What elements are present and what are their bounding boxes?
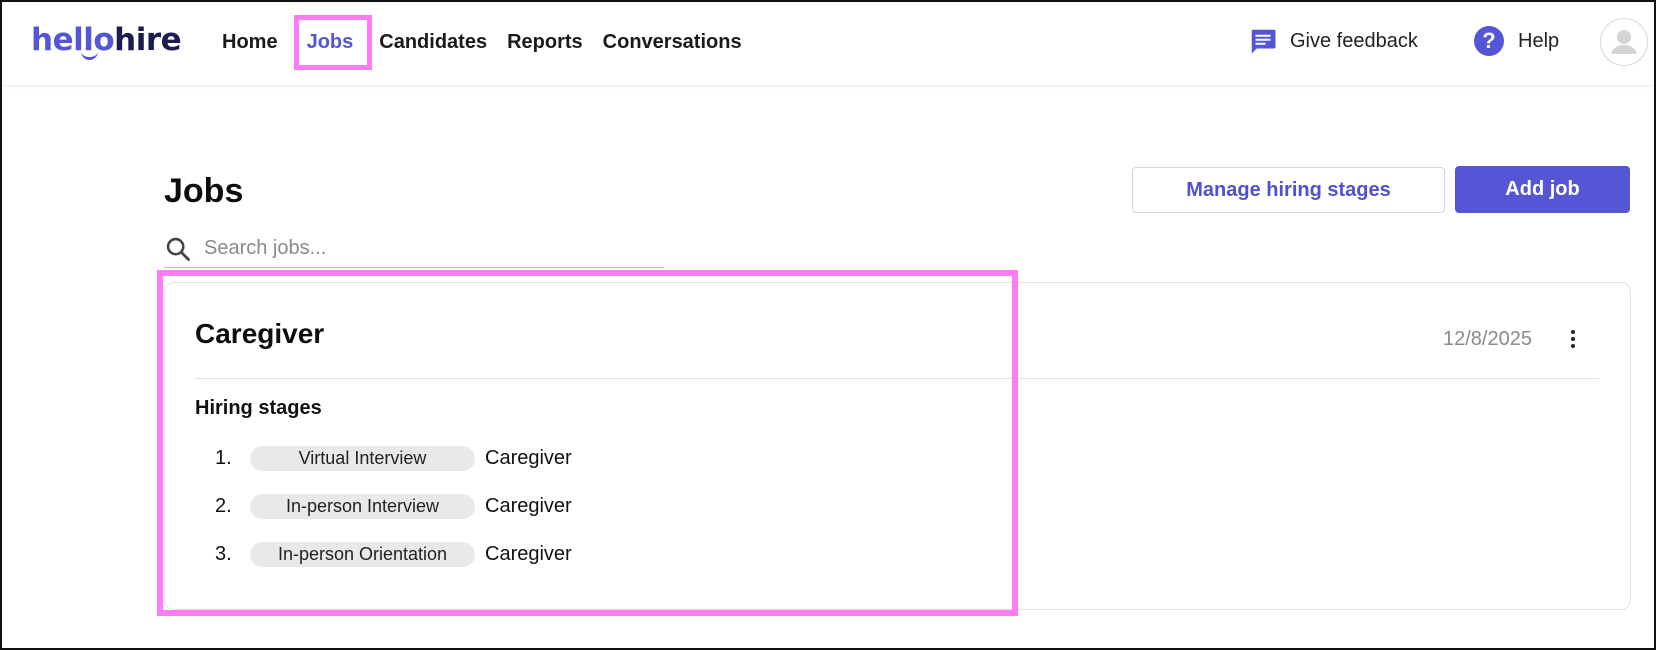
top-header: hello hire Home Jobs Candidates Reports C…	[0, 0, 1656, 86]
nav-candidates[interactable]: Candidates	[379, 29, 487, 55]
help-label: Help	[1518, 29, 1560, 52]
give-feedback-label: Give feedback	[1290, 29, 1418, 52]
avatar[interactable]	[1600, 18, 1648, 66]
search-bar	[164, 230, 664, 268]
jobs-nav-highlight	[294, 15, 372, 70]
nav-reports[interactable]: Reports	[507, 29, 583, 55]
stage-pill: In-person Interview	[250, 493, 475, 519]
stage-number: 1.	[215, 446, 232, 469]
logo-hire: hire	[114, 22, 182, 58]
add-job-button[interactable]: Add job	[1455, 166, 1630, 213]
stage-pill: In-person Orientation	[250, 541, 475, 567]
more-vert-icon[interactable]	[1563, 326, 1583, 352]
job-title[interactable]: Caregiver	[195, 318, 324, 350]
stage-role: Caregiver	[485, 446, 572, 469]
hellohire-logo[interactable]: hello hire	[31, 18, 182, 62]
stage-row: 1. Virtual Interview Caregiver	[215, 444, 572, 472]
stage-pill: Virtual Interview	[250, 445, 475, 471]
search-input[interactable]	[204, 237, 644, 260]
help-icon: ?	[1474, 26, 1504, 56]
stage-role: Caregiver	[485, 542, 572, 565]
nav-home[interactable]: Home	[222, 29, 278, 55]
logo-smile-icon	[81, 51, 98, 60]
hiring-stages-heading: Hiring stages	[195, 397, 322, 419]
stage-row: 2. In-person Interview Caregiver	[215, 492, 572, 520]
stage-number: 3.	[215, 542, 232, 565]
manage-hiring-stages-button[interactable]: Manage hiring stages	[1132, 167, 1445, 213]
job-date: 12/8/2025	[1443, 328, 1532, 350]
page-title: Jobs	[164, 172, 244, 210]
avatar-icon	[1611, 30, 1637, 54]
nav-conversations[interactable]: Conversations	[603, 29, 742, 55]
feedback-icon	[1251, 29, 1276, 54]
card-divider	[195, 378, 1599, 379]
give-feedback-button[interactable]: Give feedback	[1248, 26, 1418, 56]
logo-hello: hello	[31, 22, 115, 58]
stage-row: 3. In-person Orientation Caregiver	[215, 540, 572, 568]
help-button[interactable]: ? Help	[1474, 26, 1559, 56]
stage-role: Caregiver	[485, 494, 572, 517]
stage-number: 2.	[215, 494, 232, 517]
search-icon	[166, 237, 190, 261]
